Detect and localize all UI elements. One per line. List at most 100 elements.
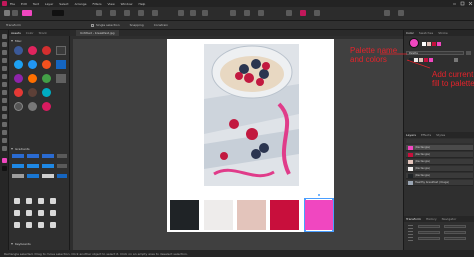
resize-handle[interactable] (304, 230, 306, 232)
anchor-grid-icon[interactable] (408, 225, 413, 243)
gradient-preset[interactable] (57, 164, 67, 168)
place-tool-icon[interactable] (2, 130, 7, 135)
boolean-subtract-icon[interactable] (190, 10, 196, 16)
star-asset-icon[interactable] (50, 210, 56, 216)
add-fill-to-palette-icon[interactable] (454, 58, 458, 62)
tab-color-left[interactable]: Color (26, 31, 34, 35)
gradient-tool-icon[interactable] (2, 82, 7, 87)
resize-handle[interactable] (304, 198, 306, 200)
section-keyboards-header[interactable]: Keyboards (11, 241, 68, 246)
gradient-preset[interactable] (12, 164, 24, 168)
swatch-rect-white[interactable] (204, 200, 233, 230)
menu-file[interactable]: File (10, 2, 15, 6)
primary-color-well[interactable] (2, 158, 7, 163)
amber-circle-icon[interactable] (28, 74, 37, 83)
boolean-intersect-icon[interactable] (202, 10, 208, 16)
persona-photo-icon[interactable] (4, 10, 10, 16)
maximize-icon[interactable] (460, 1, 465, 6)
layer-row[interactable]: Healthy breakfast (Image) (406, 180, 473, 186)
breakfast-photo[interactable] (204, 44, 299, 186)
gradient-preset[interactable] (12, 174, 24, 178)
text-tool-icon[interactable] (2, 114, 7, 119)
layer-row[interactable]: (Rectangle) (406, 166, 473, 172)
view-tool-icon[interactable] (2, 146, 7, 151)
menu-layer[interactable]: Layer (45, 2, 53, 6)
transform-h-field[interactable] (444, 231, 466, 234)
gradient-preset[interactable] (27, 154, 39, 158)
settings-asset-icon[interactable] (14, 198, 20, 204)
menu-filters[interactable]: Filters (93, 2, 102, 6)
menu-edit[interactable]: Edit (21, 2, 27, 6)
menu-view[interactable]: View (108, 2, 115, 6)
stroke-color-swatch[interactable] (52, 10, 64, 16)
orange-circle-icon[interactable] (42, 60, 51, 69)
tab-swatches[interactable]: Swatches (419, 31, 433, 35)
pink-circle-icon[interactable] (42, 102, 51, 111)
section-misc-header[interactable]: Misc (11, 38, 68, 43)
menu-help[interactable]: Help (139, 2, 146, 6)
purple-circle-icon[interactable] (14, 74, 23, 83)
panel-asset-icon[interactable] (56, 74, 66, 83)
close-icon[interactable] (468, 1, 473, 6)
fill-tool-icon[interactable] (2, 74, 7, 79)
rotate-icon[interactable] (258, 10, 264, 16)
transform-option[interactable]: Transform (6, 23, 21, 27)
resize-handle[interactable] (332, 230, 334, 232)
avatar-circle-icon[interactable] (28, 102, 37, 111)
tab-stroke[interactable]: Stroke (438, 31, 448, 35)
persona-pixel-icon[interactable] (12, 10, 18, 16)
swatch-chip-white[interactable] (422, 42, 426, 46)
resize-handle[interactable] (332, 198, 334, 200)
tab-assets[interactable]: Assets (11, 31, 21, 35)
cart-asset-icon[interactable] (26, 222, 32, 228)
node-tool-icon[interactable] (2, 42, 7, 47)
tab-effects[interactable]: Effects (421, 133, 431, 137)
layer-opacity-bar[interactable] (406, 139, 473, 143)
constrain-option[interactable]: Constrain (154, 23, 168, 27)
grey-ring-icon[interactable] (14, 102, 23, 111)
swatch-chip-beige[interactable] (427, 42, 431, 46)
layer-row[interactable]: (Rectangle) (406, 159, 473, 165)
window-asset-icon[interactable] (56, 46, 66, 55)
gradient-preset[interactable] (27, 164, 39, 168)
camera-asset-icon[interactable] (26, 210, 32, 216)
gradient-preset[interactable] (42, 154, 54, 158)
heart-asset-icon[interactable] (38, 210, 44, 216)
assistant-icon[interactable] (384, 10, 390, 16)
blue-circle-icon[interactable] (28, 60, 37, 69)
single-selection-checkbox[interactable] (90, 23, 94, 27)
snapping-option[interactable]: Snapping (130, 23, 144, 27)
cyan-circle-icon[interactable] (42, 88, 51, 97)
brown-circle-icon[interactable] (28, 88, 37, 97)
tab-transform[interactable]: Transform (406, 217, 421, 221)
facebook-icon[interactable] (14, 46, 23, 55)
tab-stock[interactable]: Stock (39, 31, 47, 35)
share-asset-icon[interactable] (26, 198, 32, 204)
ellipse-tool-icon[interactable] (2, 106, 7, 111)
mail-asset-icon[interactable] (50, 198, 56, 204)
color-picker-icon[interactable] (300, 10, 306, 16)
flip-horizontal-icon[interactable] (230, 10, 236, 16)
tab-history[interactable]: History (426, 217, 437, 221)
gradient-preset[interactable] (42, 164, 54, 168)
move-tool-icon[interactable] (2, 34, 7, 39)
zoom-tool-icon[interactable] (2, 138, 7, 143)
tab-layers[interactable]: Layers (406, 133, 416, 137)
swatch-chip-red[interactable] (432, 42, 436, 46)
green-circle-icon[interactable] (42, 74, 51, 83)
tab-navigator[interactable]: Navigator (442, 217, 457, 221)
settings-icon[interactable] (398, 10, 404, 16)
twitter-icon[interactable] (14, 60, 23, 69)
gradient-preset[interactable] (12, 154, 24, 158)
selection-box[interactable] (304, 194, 334, 232)
align-icon[interactable] (138, 10, 144, 16)
menu-window[interactable]: Window (121, 2, 133, 6)
pen-tool-icon[interactable] (2, 50, 7, 55)
grid-icon[interactable] (124, 10, 130, 16)
rotate-handle[interactable] (318, 194, 320, 196)
brush-tool-icon[interactable] (2, 66, 7, 71)
transform-w-field[interactable] (418, 231, 440, 234)
gradient-preset[interactable] (57, 154, 67, 158)
arrange-icon[interactable] (152, 10, 158, 16)
transparency-icon[interactable] (314, 10, 320, 16)
